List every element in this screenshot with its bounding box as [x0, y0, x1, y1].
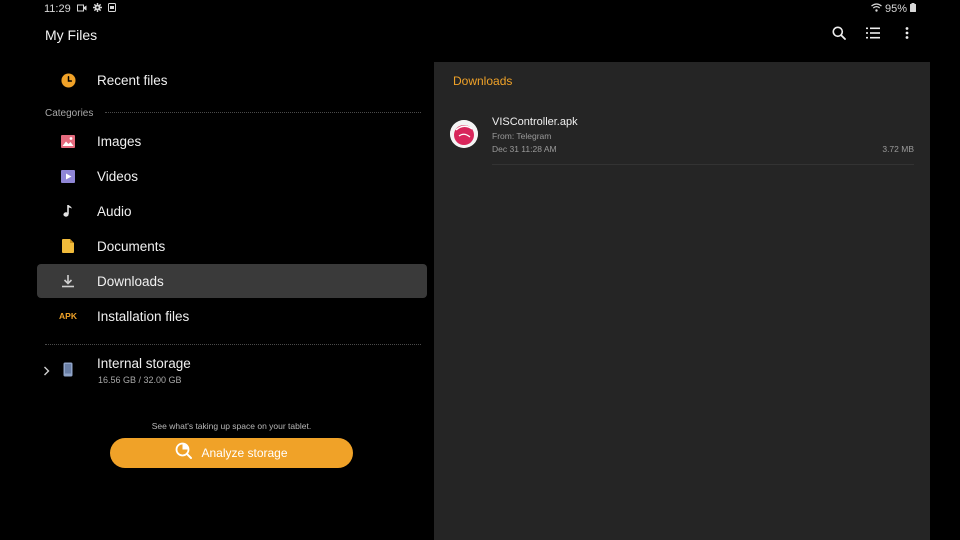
content-pane: Downloads VISController.apk From: Telegr…: [434, 62, 930, 540]
storage-title: Internal storage: [97, 356, 191, 371]
status-time: 11:29: [44, 3, 71, 15]
sidebar-item-installation-files[interactable]: APK Installation files: [37, 299, 427, 333]
file-size: 3.72 MB: [882, 144, 914, 154]
storage-hint: See what's taking up space on your table…: [151, 421, 312, 431]
sidebar-item-videos[interactable]: Videos: [37, 159, 427, 193]
sidebar-item-documents[interactable]: Documents: [37, 229, 427, 263]
sidebar-item-audio[interactable]: Audio: [37, 194, 427, 228]
image-icon: [58, 131, 78, 151]
battery-icon: [910, 3, 916, 15]
sidebar-item-recent-files[interactable]: Recent files: [37, 63, 427, 97]
apk-icon: APK: [59, 311, 77, 321]
file-source: From: Telegram: [492, 131, 552, 141]
apk-thumbnail-icon: [450, 120, 478, 148]
sidebar-item-images[interactable]: Images: [37, 124, 427, 158]
analyze-storage-label: Analyze storage: [201, 446, 288, 460]
page-title: My Files: [45, 27, 98, 43]
clock-icon: [58, 70, 78, 90]
chevron-right-icon[interactable]: [43, 363, 50, 381]
sidebar: Recent files Categories Images Videos Au…: [0, 60, 434, 540]
file-name: VISController.apk: [492, 116, 578, 128]
list-view-button[interactable]: [862, 26, 884, 44]
file-date: Dec 31 11:28 AM: [492, 144, 557, 154]
section-divider: [45, 344, 421, 345]
sim-card-icon: [107, 3, 116, 15]
download-icon: [58, 271, 78, 291]
sidebar-item-downloads[interactable]: Downloads: [37, 264, 427, 298]
sidebar-item-label: Documents: [97, 238, 166, 254]
video-record-icon: [76, 3, 87, 15]
status-bar: 11:29 95%: [0, 0, 960, 18]
sidebar-item-label: Images: [97, 133, 142, 149]
search-button[interactable]: [828, 26, 850, 44]
document-icon: [58, 236, 78, 256]
music-note-icon: [58, 201, 78, 221]
wifi-icon: [871, 3, 882, 15]
row-divider: [492, 164, 914, 165]
status-bar-right: 95%: [871, 3, 916, 15]
video-icon: [58, 166, 78, 186]
analyze-icon: [175, 442, 193, 465]
list-view-icon: [866, 26, 880, 44]
file-list-item[interactable]: VISController.apk From: Telegram Dec 31 …: [434, 110, 930, 166]
more-options-icon: [905, 26, 909, 44]
section-divider: [105, 112, 421, 113]
sidebar-item-label: Recent files: [97, 72, 168, 88]
sidebar-item-label: Installation files: [97, 308, 190, 324]
storage-usage: 16.56 GB / 32.00 GB: [98, 375, 182, 385]
categories-heading: Categories: [45, 108, 94, 119]
app-bar-actions: [828, 26, 918, 44]
phone-icon: [63, 362, 73, 382]
analyze-storage-button[interactable]: Analyze storage: [110, 438, 353, 468]
status-bar-left: 11:29: [44, 3, 116, 15]
sidebar-item-label: Videos: [97, 168, 139, 184]
content-title: Downloads: [453, 74, 513, 88]
internal-storage-item[interactable]: Internal storage 16.56 GB / 32.00 GB: [37, 350, 427, 394]
battery-percent: 95%: [884, 3, 907, 15]
sidebar-item-label: Audio: [97, 203, 132, 219]
search-icon: [832, 26, 846, 45]
more-options-button[interactable]: [896, 26, 918, 44]
sidebar-item-label: Downloads: [97, 273, 164, 289]
settings-gear-icon: [92, 3, 102, 15]
